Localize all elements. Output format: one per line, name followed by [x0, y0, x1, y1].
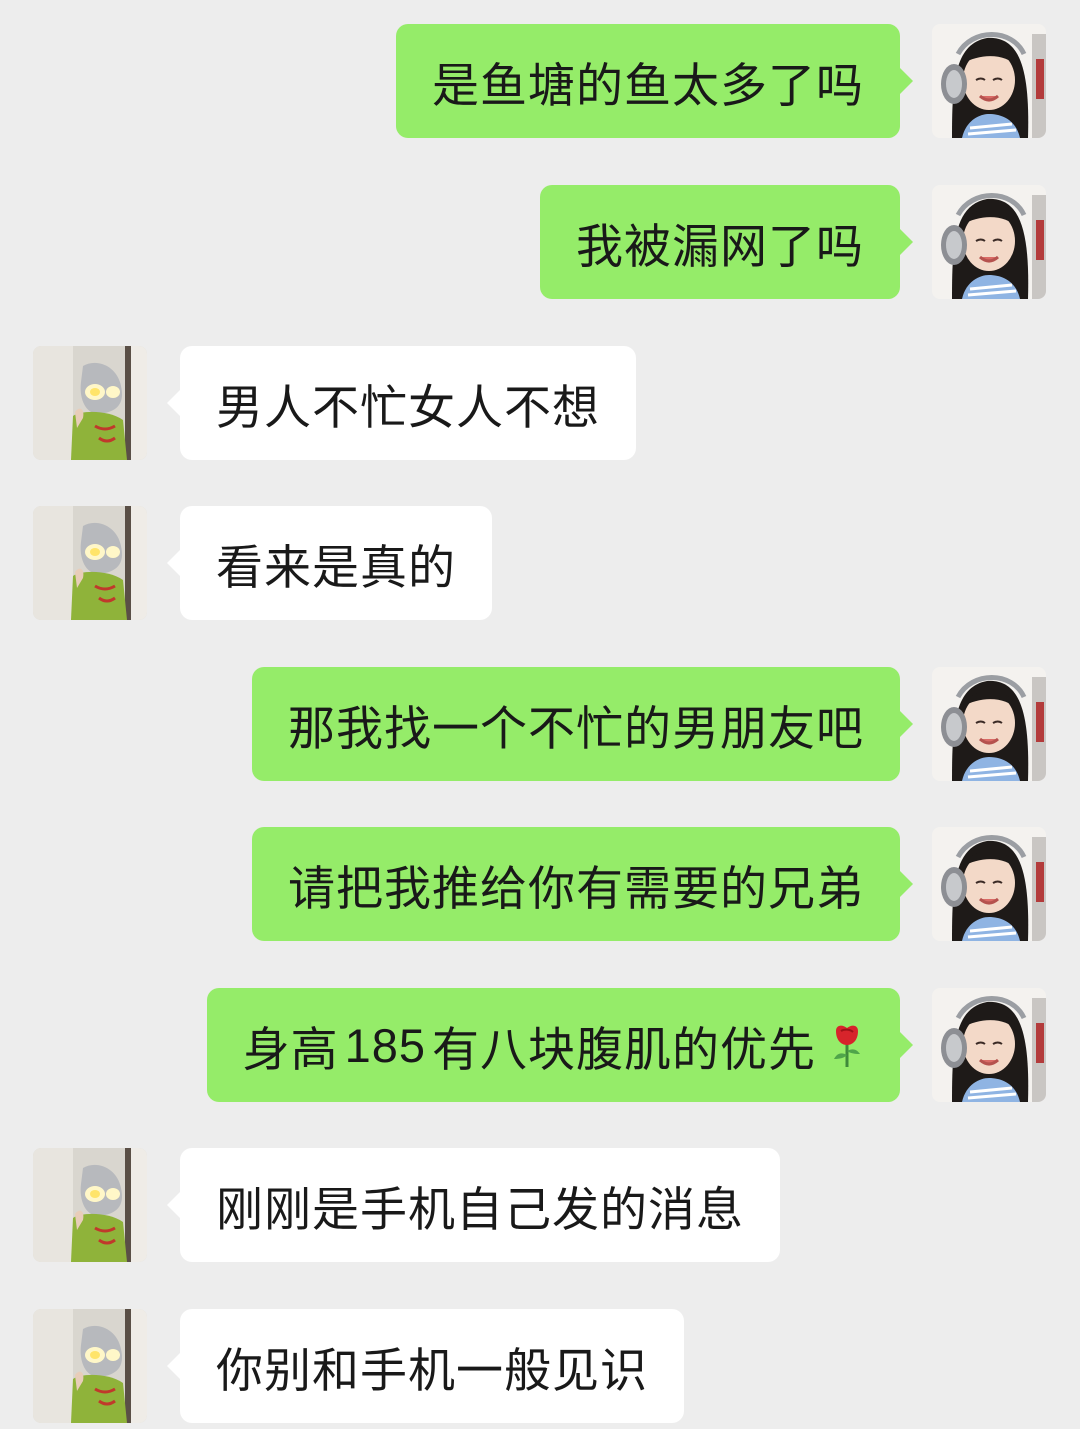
self-avatar[interactable] [932, 185, 1046, 299]
contact-avatar[interactable] [33, 506, 147, 620]
message-text: 有八块腹肌的优先 [432, 1022, 816, 1078]
outgoing-message: 身高 185 有八块腹肌的优先 [0, 988, 1080, 1102]
self-avatar[interactable] [932, 988, 1046, 1102]
incoming-message: 看来是真的 [0, 506, 1080, 620]
self-avatar[interactable] [932, 24, 1046, 138]
contact-avatar[interactable] [33, 1148, 147, 1262]
message-text: 刚刚是手机自己发的消息 [216, 1182, 744, 1238]
message-bubble[interactable]: 我被漏网了吗 [540, 185, 913, 299]
message-text: 是鱼塘的鱼太多了吗 [432, 58, 864, 114]
incoming-message: 男人不忙女人不想 [0, 346, 1080, 460]
outgoing-message: 是鱼塘的鱼太多了吗 [0, 24, 1080, 138]
outgoing-message: 那我找一个不忙的男朋友吧 [0, 667, 1080, 781]
contact-avatar[interactable] [33, 346, 147, 460]
message-text: 看来是真的 [216, 540, 456, 596]
message-text: 身高 [242, 1022, 339, 1078]
message-bubble[interactable]: 看来是真的 [167, 506, 492, 620]
message-bubble[interactable]: 男人不忙女人不想 [167, 346, 636, 460]
incoming-message: 刚刚是手机自己发的消息 [0, 1148, 1080, 1262]
message-number: 185 [344, 1018, 426, 1072]
rose-emoji-icon [830, 1023, 864, 1067]
outgoing-message: 请把我推给你有需要的兄弟 [0, 827, 1080, 941]
message-bubble[interactable]: 刚刚是手机自己发的消息 [167, 1148, 780, 1262]
message-bubble[interactable]: 身高 185 有八块腹肌的优先 [206, 988, 914, 1102]
message-bubble[interactable]: 你别和手机一般见识 [167, 1309, 684, 1423]
message-text: 你别和手机一般见识 [216, 1343, 648, 1399]
message-text: 我被漏网了吗 [576, 219, 864, 275]
message-bubble[interactable]: 请把我推给你有需要的兄弟 [252, 827, 913, 941]
message-bubble[interactable]: 是鱼塘的鱼太多了吗 [396, 24, 913, 138]
message-text: 那我找一个不忙的男朋友吧 [288, 701, 864, 757]
self-avatar[interactable] [932, 667, 1046, 781]
incoming-message: 你别和手机一般见识 [0, 1309, 1080, 1423]
message-bubble[interactable]: 那我找一个不忙的男朋友吧 [252, 667, 913, 781]
self-avatar[interactable] [932, 827, 1046, 941]
message-text: 请把我推给你有需要的兄弟 [288, 861, 864, 917]
message-text: 男人不忙女人不想 [216, 380, 600, 436]
outgoing-message: 我被漏网了吗 [0, 185, 1080, 299]
contact-avatar[interactable] [33, 1309, 147, 1423]
